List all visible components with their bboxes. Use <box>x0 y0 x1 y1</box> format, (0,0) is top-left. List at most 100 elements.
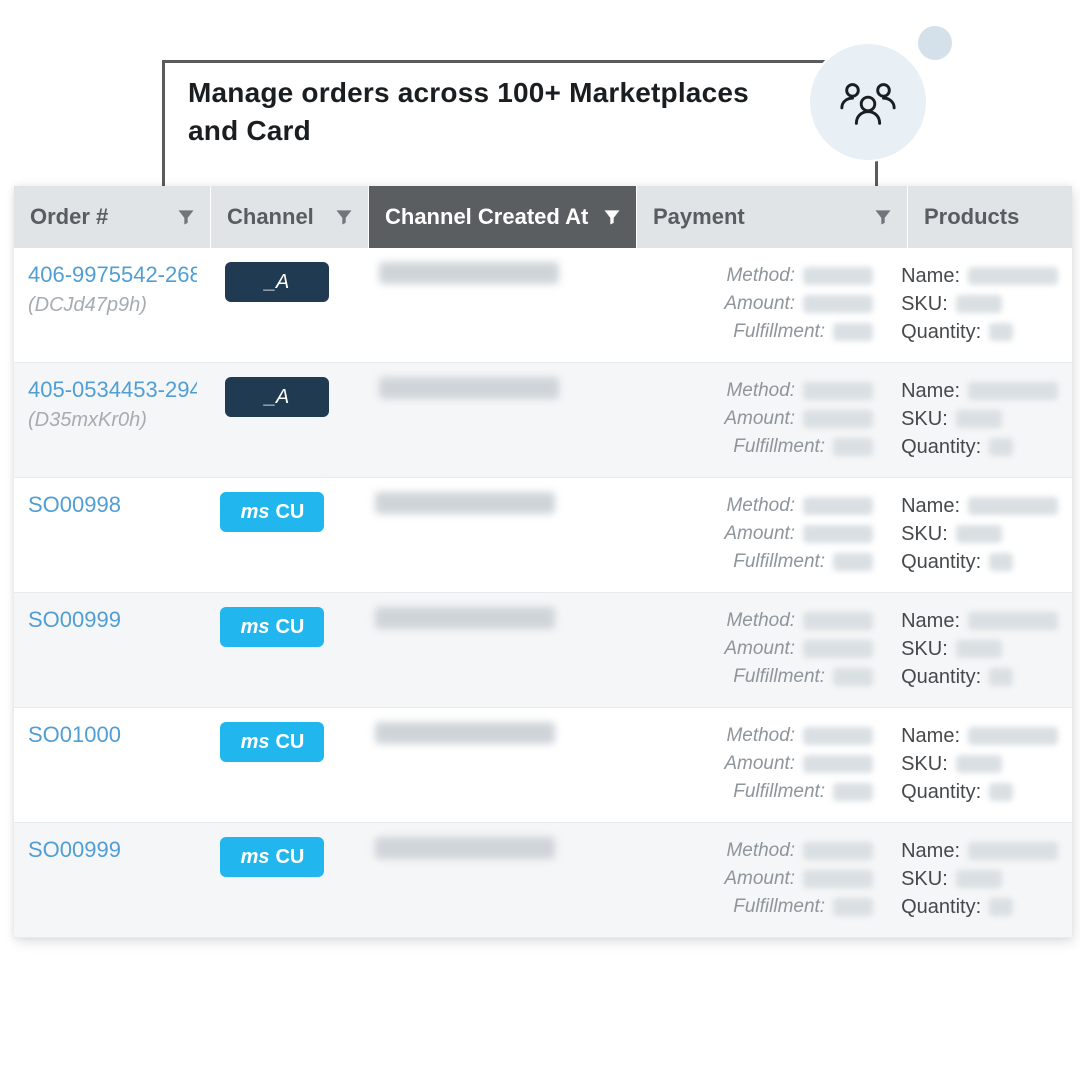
payment-fulfillment <box>833 438 873 456</box>
payment-amount <box>803 755 873 773</box>
payment-fulfillment <box>833 553 873 571</box>
order-id-link[interactable]: SO00999 <box>28 837 192 863</box>
table-row: SO00999 msCU Method:Amount:Fulfillment:Nam… <box>14 593 1072 708</box>
created-cell <box>361 593 623 707</box>
payment-cell: Method:Amount:Fulfillment: <box>624 248 887 362</box>
product-name <box>968 612 1058 630</box>
created-at-value <box>379 377 559 399</box>
payment-amount <box>803 410 873 428</box>
order-cell: 405-0534453-29499 (D35mxKr0h) <box>14 363 211 477</box>
payment-fulfillment <box>833 783 873 801</box>
created-at-value <box>375 607 555 629</box>
order-cell: SO00998 <box>14 478 206 592</box>
product-cell: Name:SKU:Quantity: <box>887 248 1072 362</box>
created-at-value <box>375 492 555 514</box>
channel-cell: msCU <box>206 593 361 707</box>
order-id-link[interactable]: 405-0534453-29499 <box>28 377 197 403</box>
people-group-icon <box>810 44 926 160</box>
order-id-link[interactable]: SO00998 <box>28 492 192 518</box>
product-name <box>968 842 1058 860</box>
channel-badge[interactable]: _A <box>225 262 329 302</box>
payment-amount <box>803 295 873 313</box>
callout-title: Manage orders across 100+ Marketplaces a… <box>188 74 800 150</box>
channel-badge[interactable]: msCU <box>220 837 324 877</box>
order-cell: 406-9975542-26811 (DCJd47p9h) <box>14 248 211 362</box>
order-cell: SO00999 <box>14 823 206 937</box>
payment-method <box>803 497 873 515</box>
payment-cell: Method:Amount:Fulfillment: <box>623 478 888 592</box>
product-qty <box>989 898 1013 916</box>
order-ref: (DCJd47p9h) <box>28 294 197 317</box>
payment-cell: Method:Amount:Fulfillment: <box>623 708 888 822</box>
payment-fulfillment <box>833 898 873 916</box>
payment-amount <box>803 870 873 888</box>
created-cell <box>361 823 623 937</box>
table-row: SO00998 msCU Method:Amount:Fulfillment:Nam… <box>14 478 1072 593</box>
payment-cell: Method:Amount:Fulfillment: <box>623 823 888 937</box>
order-ref: (D35mxKr0h) <box>28 409 197 432</box>
order-id-link[interactable]: SO01000 <box>28 722 192 748</box>
product-cell: Name:SKU:Quantity: <box>887 708 1072 822</box>
payment-cell: Method:Amount:Fulfillment: <box>623 593 888 707</box>
payment-cell: Method:Amount:Fulfillment: <box>624 363 887 477</box>
channel-cell: _A <box>211 248 365 362</box>
product-cell: Name:SKU:Quantity: <box>887 478 1072 592</box>
product-sku <box>956 295 1002 313</box>
created-at-value <box>379 262 559 284</box>
product-cell: Name:SKU:Quantity: <box>887 363 1072 477</box>
product-name <box>968 727 1058 745</box>
column-header-order[interactable]: Order # <box>14 186 211 248</box>
product-name <box>968 382 1058 400</box>
payment-fulfillment <box>833 668 873 686</box>
order-id-link[interactable]: 406-9975542-26811 <box>28 262 197 288</box>
product-cell: Name:SKU:Quantity: <box>887 593 1072 707</box>
channel-badge[interactable]: msCU <box>220 607 324 647</box>
created-cell <box>361 478 623 592</box>
column-header-channel[interactable]: Channel <box>211 186 369 248</box>
created-at-value <box>375 837 555 859</box>
payment-method <box>803 842 873 860</box>
table-row: 406-9975542-26811 (DCJd47p9h) _A Method:Amo… <box>14 248 1072 363</box>
product-sku <box>956 870 1002 888</box>
payment-method <box>803 267 873 285</box>
product-name <box>968 497 1058 515</box>
channel-cell: _A <box>211 363 365 477</box>
order-id-link[interactable]: SO00999 <box>28 607 192 633</box>
decorative-bubble <box>918 26 952 60</box>
created-at-value <box>375 722 555 744</box>
payment-method <box>803 727 873 745</box>
product-cell: Name:SKU:Quantity: <box>887 823 1072 937</box>
column-header-created[interactable]: Channel Created At <box>369 186 637 248</box>
product-sku <box>956 640 1002 658</box>
channel-badge[interactable]: _A <box>225 377 329 417</box>
created-cell <box>365 363 625 477</box>
channel-badge[interactable]: msCU <box>220 722 324 762</box>
channel-cell: msCU <box>206 823 361 937</box>
payment-amount <box>803 525 873 543</box>
product-sku <box>956 410 1002 428</box>
created-cell <box>365 248 625 362</box>
orders-table: Order #ChannelChannel Created AtPaymentP… <box>14 186 1072 938</box>
order-cell: SO00999 <box>14 593 206 707</box>
table-header: Order #ChannelChannel Created AtPaymentP… <box>14 186 1072 248</box>
payment-fulfillment <box>833 323 873 341</box>
channel-badge[interactable]: msCU <box>220 492 324 532</box>
product-qty <box>989 553 1013 571</box>
column-header-payment[interactable]: Payment <box>637 186 908 248</box>
channel-cell: msCU <box>206 478 361 592</box>
product-qty <box>989 323 1013 341</box>
product-sku <box>956 755 1002 773</box>
product-qty <box>989 438 1013 456</box>
table-row: 405-0534453-29499 (D35mxKr0h) _A Method:Amo… <box>14 363 1072 478</box>
payment-amount <box>803 640 873 658</box>
table-row: SO01000 msCU Method:Amount:Fulfillment:Nam… <box>14 708 1072 823</box>
product-qty <box>989 668 1013 686</box>
payment-method <box>803 612 873 630</box>
product-qty <box>989 783 1013 801</box>
product-name <box>968 267 1058 285</box>
channel-cell: msCU <box>206 708 361 822</box>
order-cell: SO01000 <box>14 708 206 822</box>
payment-method <box>803 382 873 400</box>
product-sku <box>956 525 1002 543</box>
column-header-product[interactable]: Products <box>908 186 1072 248</box>
